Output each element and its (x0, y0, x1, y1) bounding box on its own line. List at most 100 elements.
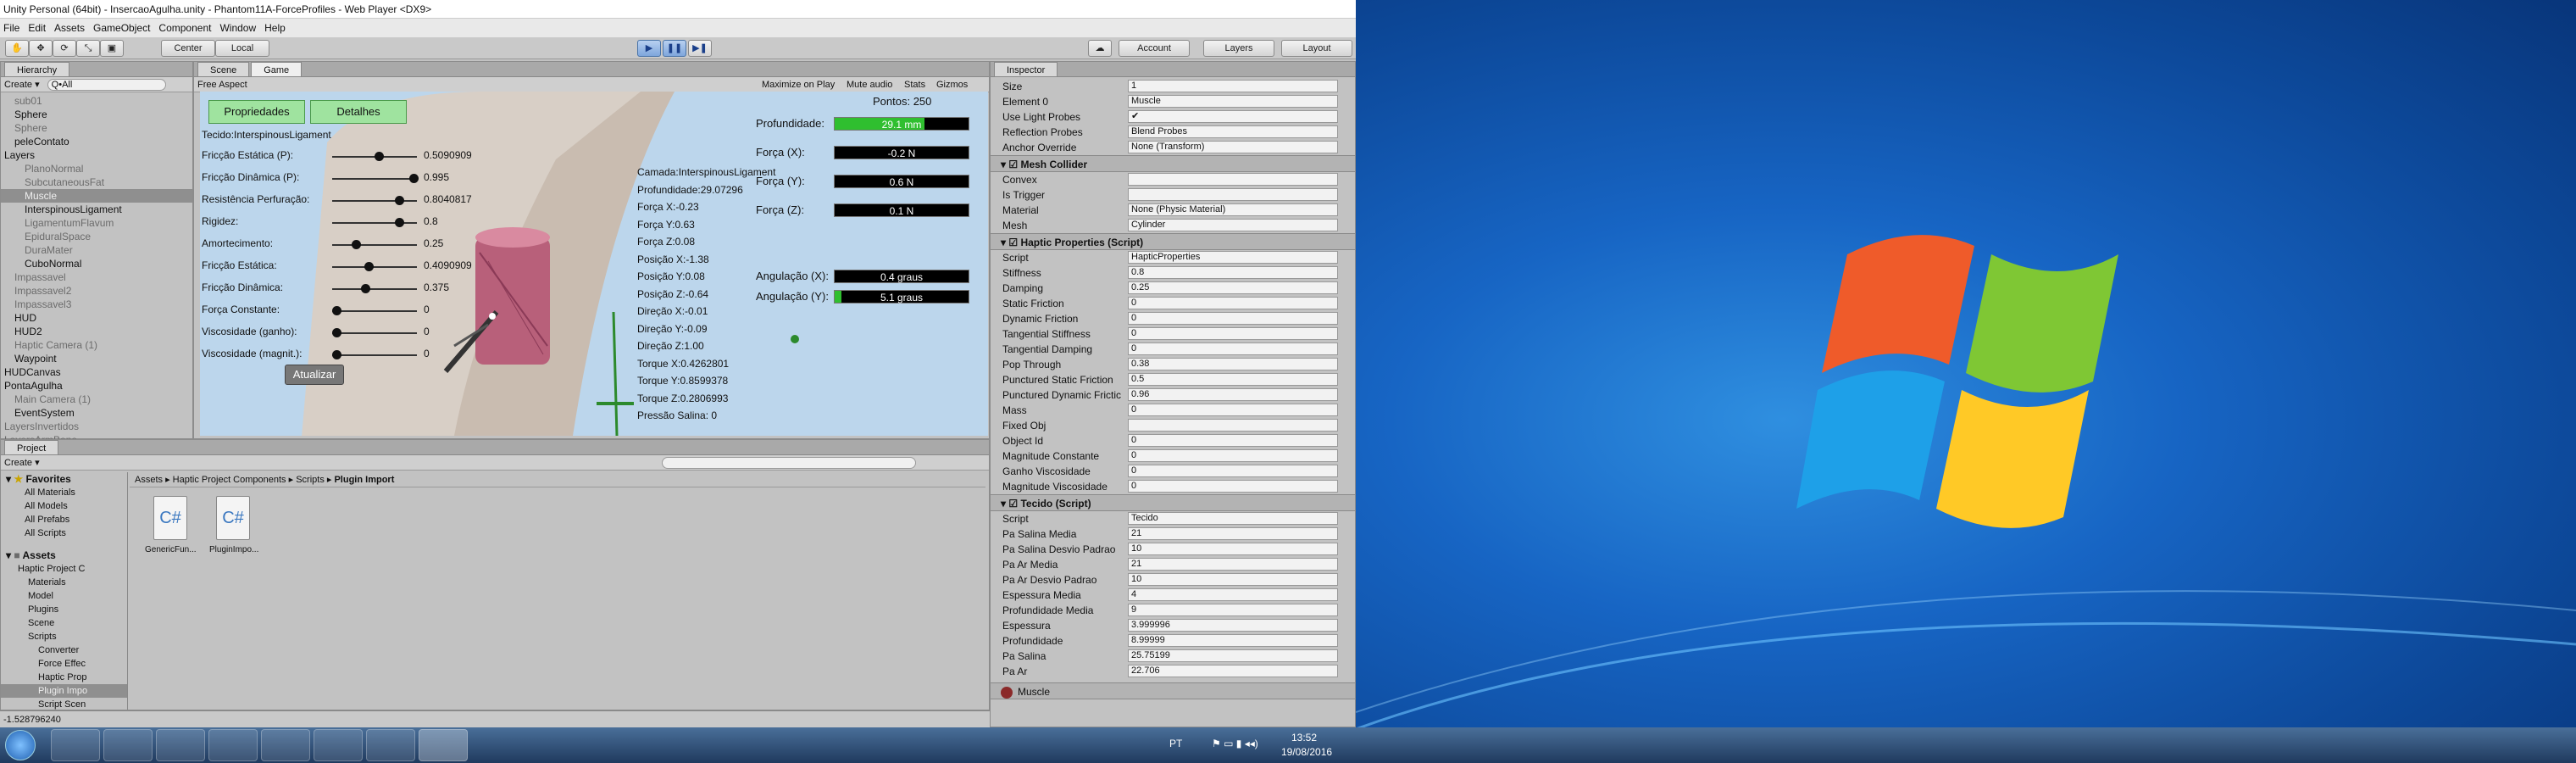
field-value[interactable]: 0 (1128, 449, 1338, 462)
field-value[interactable]: Muscle (1128, 95, 1338, 108)
hierarchy-item[interactable]: Waypoint (1, 352, 192, 365)
field-value[interactable]: 0.8 (1128, 266, 1338, 279)
field-value[interactable]: 0.25 (1128, 281, 1338, 294)
folder-item[interactable]: Converter (1, 643, 127, 657)
field-value[interactable]: 10 (1128, 543, 1338, 555)
clock-date[interactable]: 19/08/2016 (1281, 746, 1332, 758)
app-icon[interactable] (261, 729, 310, 761)
start-button[interactable] (5, 730, 36, 760)
unity-icon[interactable] (419, 729, 468, 761)
properties-button[interactable]: Propriedades (208, 100, 305, 124)
field-value[interactable]: None (Transform) (1128, 141, 1338, 153)
field-value[interactable]: 0 (1128, 404, 1338, 416)
slider-thumb[interactable] (394, 218, 404, 227)
app-icon[interactable] (314, 729, 363, 761)
details-button[interactable]: Detalhes (310, 100, 407, 124)
tab-scene[interactable]: Scene (197, 62, 250, 76)
step-button[interactable]: ▶❚ (688, 40, 712, 57)
clock-time[interactable]: 13:52 (1291, 732, 1317, 744)
hierarchy-item[interactable]: HUDCanvas (1, 365, 192, 379)
slider-thumb[interactable] (394, 196, 404, 205)
hierarchy-item[interactable]: Main Camera (1) (1, 393, 192, 406)
hierarchy-item[interactable]: sub01 (1, 94, 192, 108)
slider-track[interactable] (332, 328, 417, 337)
field-value[interactable]: None (Physic Material) (1128, 203, 1338, 216)
favorite-item[interactable]: All Materials (1, 486, 127, 499)
tray-icons[interactable]: ⚑ ▭ ▮ ◂◂) (1212, 738, 1258, 749)
csharp-file-icon[interactable]: C# (153, 496, 187, 540)
move-tool-icon[interactable]: ✥ (29, 40, 53, 57)
rect-tool-icon[interactable]: ▣ (100, 40, 124, 57)
folder-item[interactable]: Haptic Prop (1, 671, 127, 684)
field-value[interactable]: 21 (1128, 527, 1338, 540)
field-value[interactable]: 3.999996 (1128, 619, 1338, 632)
cloud-icon[interactable]: ☁ (1088, 40, 1112, 57)
menu-window[interactable]: Window (219, 22, 256, 34)
hand-tool-icon[interactable]: ✋ (5, 40, 29, 57)
hierarchy-item[interactable]: LayersInvertidos (1, 420, 192, 433)
field-value[interactable] (1128, 419, 1338, 432)
slider-thumb[interactable] (332, 306, 341, 315)
hierarchy-item[interactable]: PontaAgulha (1, 379, 192, 393)
mute-audio-toggle[interactable]: Mute audio (847, 77, 892, 92)
field-value[interactable]: 1 (1128, 80, 1338, 92)
hierarchy-item[interactable]: HUD2 (1, 325, 192, 338)
folder-item[interactable]: Haptic Project C (1, 562, 127, 576)
field-value[interactable]: HapticProperties (1128, 251, 1338, 264)
update-button[interactable]: Atualizar (285, 365, 344, 385)
tab-project[interactable]: Project (4, 440, 59, 454)
media-player-icon[interactable] (156, 729, 205, 761)
field-value[interactable]: 8.99999 (1128, 634, 1338, 647)
account-dropdown[interactable]: Account (1119, 40, 1190, 57)
folder-item[interactable]: Scripts (1, 630, 127, 643)
hierarchy-item[interactable]: peleContato (1, 135, 192, 148)
hierarchy-search-input[interactable]: Q•All (47, 79, 166, 91)
maximize-on-play-toggle[interactable]: Maximize on Play (762, 77, 835, 92)
folder-item[interactable]: Model (1, 589, 127, 603)
favorites-label[interactable]: ▾ ★ Favorites (1, 472, 127, 486)
play-button[interactable]: ▶ (637, 40, 661, 57)
slider-track[interactable] (332, 240, 417, 249)
project-search-input[interactable] (662, 457, 916, 469)
haptic-properties-header[interactable]: ▾ ☑ Haptic Properties (Script) (991, 233, 1355, 250)
hierarchy-item[interactable]: Impassavel2 (1, 284, 192, 298)
gizmos-dropdown[interactable]: Gizmos (936, 77, 968, 92)
slider-thumb[interactable] (364, 262, 374, 271)
field-value[interactable]: 10 (1128, 573, 1338, 586)
pivot-local-button[interactable]: Local (215, 40, 269, 57)
tab-inspector[interactable]: Inspector (994, 62, 1058, 76)
breadcrumb-haptic[interactable]: Haptic Project Components (173, 475, 286, 485)
hierarchy-item[interactable]: Muscle (1, 189, 192, 203)
field-value[interactable]: 9 (1128, 604, 1338, 616)
slider-track[interactable] (332, 262, 417, 271)
hierarchy-item[interactable]: HUD (1, 311, 192, 325)
folder-item[interactable]: Script Scen (1, 698, 127, 711)
app-icon[interactable] (366, 729, 415, 761)
hierarchy-item[interactable]: EpiduralSpace (1, 230, 192, 243)
layers-dropdown[interactable]: Layers (1203, 40, 1274, 57)
field-value[interactable]: 25.75199 (1128, 649, 1338, 662)
hierarchy-item[interactable]: PlanoNormal (1, 162, 192, 175)
favorite-item[interactable]: All Scripts (1, 526, 127, 540)
pause-button[interactable]: ❚❚ (663, 40, 686, 57)
slider-track[interactable] (332, 350, 417, 359)
explorer-icon[interactable] (103, 729, 153, 761)
slider-thumb[interactable] (352, 240, 361, 249)
field-value[interactable]: 0.38 (1128, 358, 1338, 370)
assets-root[interactable]: ▾ ■ Assets (1, 549, 127, 562)
hierarchy-item[interactable]: InterspinousLigament (1, 203, 192, 216)
menu-edit[interactable]: Edit (28, 22, 46, 34)
slider-thumb[interactable] (361, 284, 371, 293)
layout-dropdown[interactable]: Layout (1281, 40, 1352, 57)
scale-tool-icon[interactable]: ⤡ (76, 40, 100, 57)
menu-assets[interactable]: Assets (54, 22, 85, 34)
slider-track[interactable] (332, 196, 417, 205)
hierarchy-item[interactable]: Impassavel3 (1, 298, 192, 311)
menu-gameobject[interactable]: GameObject (93, 22, 150, 34)
hierarchy-item[interactable]: CuboNormal (1, 257, 192, 270)
field-value[interactable]: 0 (1128, 343, 1338, 355)
field-value[interactable]: 0.5 (1128, 373, 1338, 386)
hierarchy-item[interactable]: LigamentumFlavum (1, 216, 192, 230)
tecido-script-header[interactable]: ▾ ☑ Tecido (Script) (991, 494, 1355, 511)
slider-thumb[interactable] (332, 350, 341, 359)
